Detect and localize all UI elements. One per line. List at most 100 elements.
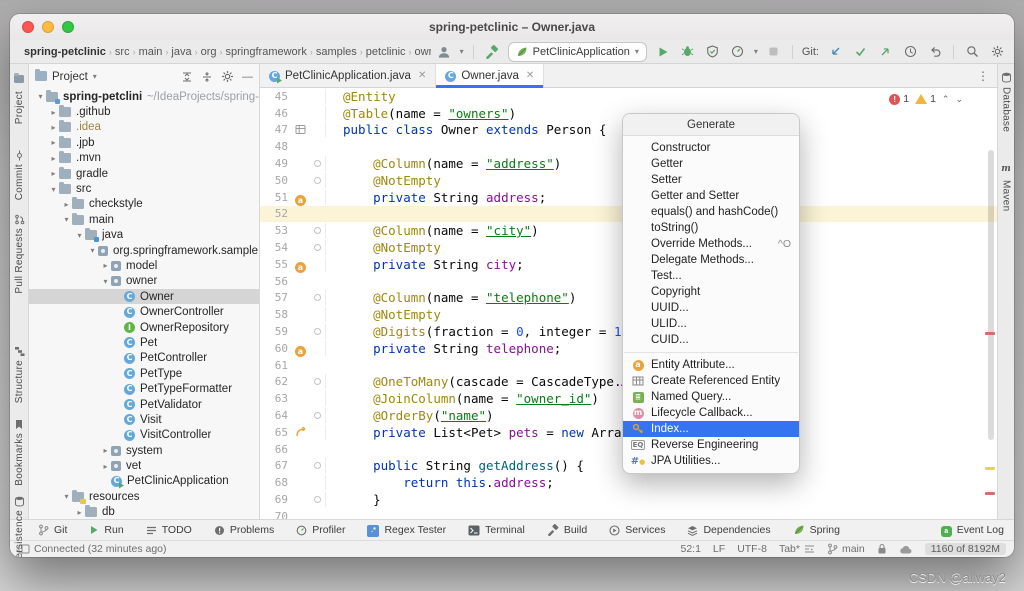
chevron-down-icon[interactable]: ▾ <box>754 47 758 56</box>
fold-marker[interactable] <box>314 294 321 301</box>
menu-item-delegate-methods-[interactable]: Delegate Methods... <box>623 252 799 268</box>
settings-gear-button[interactable] <box>988 43 1006 61</box>
breadcrumb-item-java[interactable]: java <box>171 46 191 58</box>
tree-chevron-icon[interactable]: ▸ <box>100 462 111 471</box>
fold-marker[interactable] <box>314 177 321 184</box>
tree-chevron-icon[interactable]: ▾ <box>35 92 46 101</box>
menu-item-copyright[interactable]: Copyright <box>623 284 799 300</box>
warning-stripe-mark[interactable] <box>985 467 995 470</box>
tool-window-button-terminal[interactable]: Terminal <box>468 524 525 536</box>
tree-item-db[interactable]: ▸db <box>29 505 259 519</box>
tree-chevron-icon[interactable]: ▸ <box>100 261 111 270</box>
attr-gutter-icon[interactable]: a <box>295 255 306 274</box>
tool-strip-item-bookmarks[interactable]: Bookmarks <box>14 419 25 486</box>
tree-item-OwnerRepository[interactable]: IOwnerRepository <box>29 320 259 335</box>
tree-item-.mvn[interactable]: ▸.mvn <box>29 151 259 166</box>
run-configuration-select[interactable]: PetClinicApplication ▾ <box>508 42 647 62</box>
tool-window-button-run[interactable]: Run <box>89 524 123 536</box>
git-push-button[interactable] <box>876 43 894 61</box>
tree-chevron-icon[interactable]: ▸ <box>100 446 111 455</box>
lock-icon[interactable] <box>877 543 887 555</box>
cloud-sync-icon[interactable] <box>899 544 913 555</box>
git-branch-name[interactable]: main <box>842 543 865 555</box>
history-button[interactable] <box>901 43 919 61</box>
next-problem-chevron-down-icon[interactable]: ⌄ <box>955 94 963 105</box>
tree-item-checkstyle[interactable]: ▸checkstyle <box>29 197 259 212</box>
tool-window-button-spring[interactable]: Spring <box>793 524 840 536</box>
tree-chevron-icon[interactable]: ▾ <box>100 277 111 286</box>
tree-item-Visit[interactable]: CVisit <box>29 412 259 427</box>
editor-options-kebab-icon[interactable]: ⋮ <box>969 64 997 87</box>
tree-item-owner[interactable]: ▾owner <box>29 274 259 289</box>
breadcrumb-item-petclinic[interactable]: petclinic <box>366 46 406 58</box>
tree-chevron-icon[interactable]: ▸ <box>48 138 59 147</box>
zoom-window-button[interactable] <box>62 21 74 33</box>
fold-marker[interactable] <box>314 412 321 419</box>
tree-item-vet[interactable]: ▸vet <box>29 458 259 473</box>
error-stripe-mark[interactable] <box>985 492 995 495</box>
inspections-widget[interactable]: ! 1 1 ⌃ ⌄ <box>885 92 967 106</box>
tree-item-.github[interactable]: ▸.github <box>29 104 259 119</box>
tree-chevron-icon[interactable]: ▸ <box>74 508 85 517</box>
menu-item-index-[interactable]: Index... <box>623 421 799 437</box>
menu-item-constructor[interactable]: Constructor <box>623 140 799 156</box>
tree-item-VisitController[interactable]: CVisitController <box>29 428 259 443</box>
tree-item-gradle[interactable]: ▸gradle <box>29 166 259 181</box>
line-ending-indicator[interactable]: LF <box>713 543 725 555</box>
rel-gutter-icon[interactable] <box>295 426 307 438</box>
memory-indicator[interactable]: 1160 of 8192M <box>925 543 1006 555</box>
tool-window-button-problems[interactable]: Problems <box>214 524 274 536</box>
tool-strip-item-project[interactable]: Project <box>14 70 25 124</box>
tool-window-button-git[interactable]: Git <box>38 524 67 536</box>
tree-chevron-icon[interactable]: ▾ <box>87 246 98 255</box>
tool-window-button-regex-tester[interactable]: .*Regex Tester <box>367 523 446 537</box>
fold-marker[interactable] <box>314 378 321 385</box>
tool-strip-item-commit[interactable]: Commit <box>14 150 25 200</box>
breadcrumb-item-springframework[interactable]: springframework <box>226 46 307 58</box>
tree-chevron-icon[interactable]: ▸ <box>48 154 59 163</box>
tab-size-indicator[interactable]: Tab* <box>779 543 800 555</box>
tool-window-button-profiler[interactable]: Profiler <box>296 524 345 536</box>
breadcrumb-item-spring-petclinic[interactable]: spring-petclinic <box>24 46 106 58</box>
tool-window-button-event-log[interactable]: aEvent Log <box>941 524 1004 537</box>
error-stripe-mark[interactable] <box>985 332 995 335</box>
collapse-all-icon[interactable] <box>201 71 213 83</box>
editor-scrollbar[interactable] <box>988 150 994 440</box>
fold-marker[interactable] <box>314 227 321 234</box>
tree-chevron-icon[interactable]: ▸ <box>48 123 59 132</box>
tool-strip-item-persistence[interactable]: Persistence <box>14 496 25 557</box>
user-icon[interactable] <box>435 43 453 61</box>
code-line-68[interactable]: 68 return this.address; <box>260 474 997 491</box>
fold-marker[interactable] <box>314 496 321 503</box>
tool-window-button-services[interactable]: Services <box>609 524 665 536</box>
editor-tab-PetClinicApplication.java[interactable]: CPetClinicApplication.java✕ <box>260 64 436 87</box>
menu-item-ulid-[interactable]: ULID... <box>623 316 799 332</box>
menu-item-named-query-[interactable]: ≣Named Query... <box>623 389 799 405</box>
tool-strip-item-pull-requests[interactable]: Pull Requests <box>14 214 25 294</box>
menu-item-tostring-[interactable]: toString() <box>623 220 799 236</box>
tool-strip-item-maven[interactable]: mMaven <box>1001 158 1012 212</box>
tree-item-main[interactable]: ▾main <box>29 212 259 227</box>
tool-window-button-build[interactable]: Build <box>547 524 587 536</box>
close-window-button[interactable] <box>22 21 34 33</box>
caret-position[interactable]: 52:1 <box>680 543 700 555</box>
run-button[interactable] <box>654 43 672 61</box>
close-tab-icon[interactable]: ✕ <box>418 70 426 81</box>
git-update-button[interactable] <box>826 43 844 61</box>
minimize-window-button[interactable] <box>42 21 54 33</box>
tree-chevron-icon[interactable]: ▸ <box>48 108 59 117</box>
fold-marker[interactable] <box>314 160 321 167</box>
tree-item-spring-petclinic[interactable]: ▾spring-petclinic~/IdeaProjects/spring- <box>29 89 259 104</box>
build-hammer-icon[interactable] <box>483 43 501 61</box>
git-commit-button[interactable] <box>851 43 869 61</box>
fold-marker[interactable] <box>314 462 321 469</box>
menu-item-override-methods-[interactable]: Override Methods...^O <box>623 236 799 252</box>
tree-item-Owner[interactable]: COwner <box>29 289 259 304</box>
menu-item-jpa-utilities-[interactable]: #●JPA Utilities... <box>623 453 799 469</box>
menu-item-cuid-[interactable]: CUID... <box>623 332 799 348</box>
tree-chevron-icon[interactable]: ▸ <box>61 200 72 209</box>
tree-item-model[interactable]: ▸model <box>29 258 259 273</box>
git-connection-status[interactable]: Connected (32 minutes ago) <box>34 543 167 555</box>
close-tab-icon[interactable]: ✕ <box>526 70 534 81</box>
tool-window-button-dependencies[interactable]: Dependencies <box>687 524 770 536</box>
